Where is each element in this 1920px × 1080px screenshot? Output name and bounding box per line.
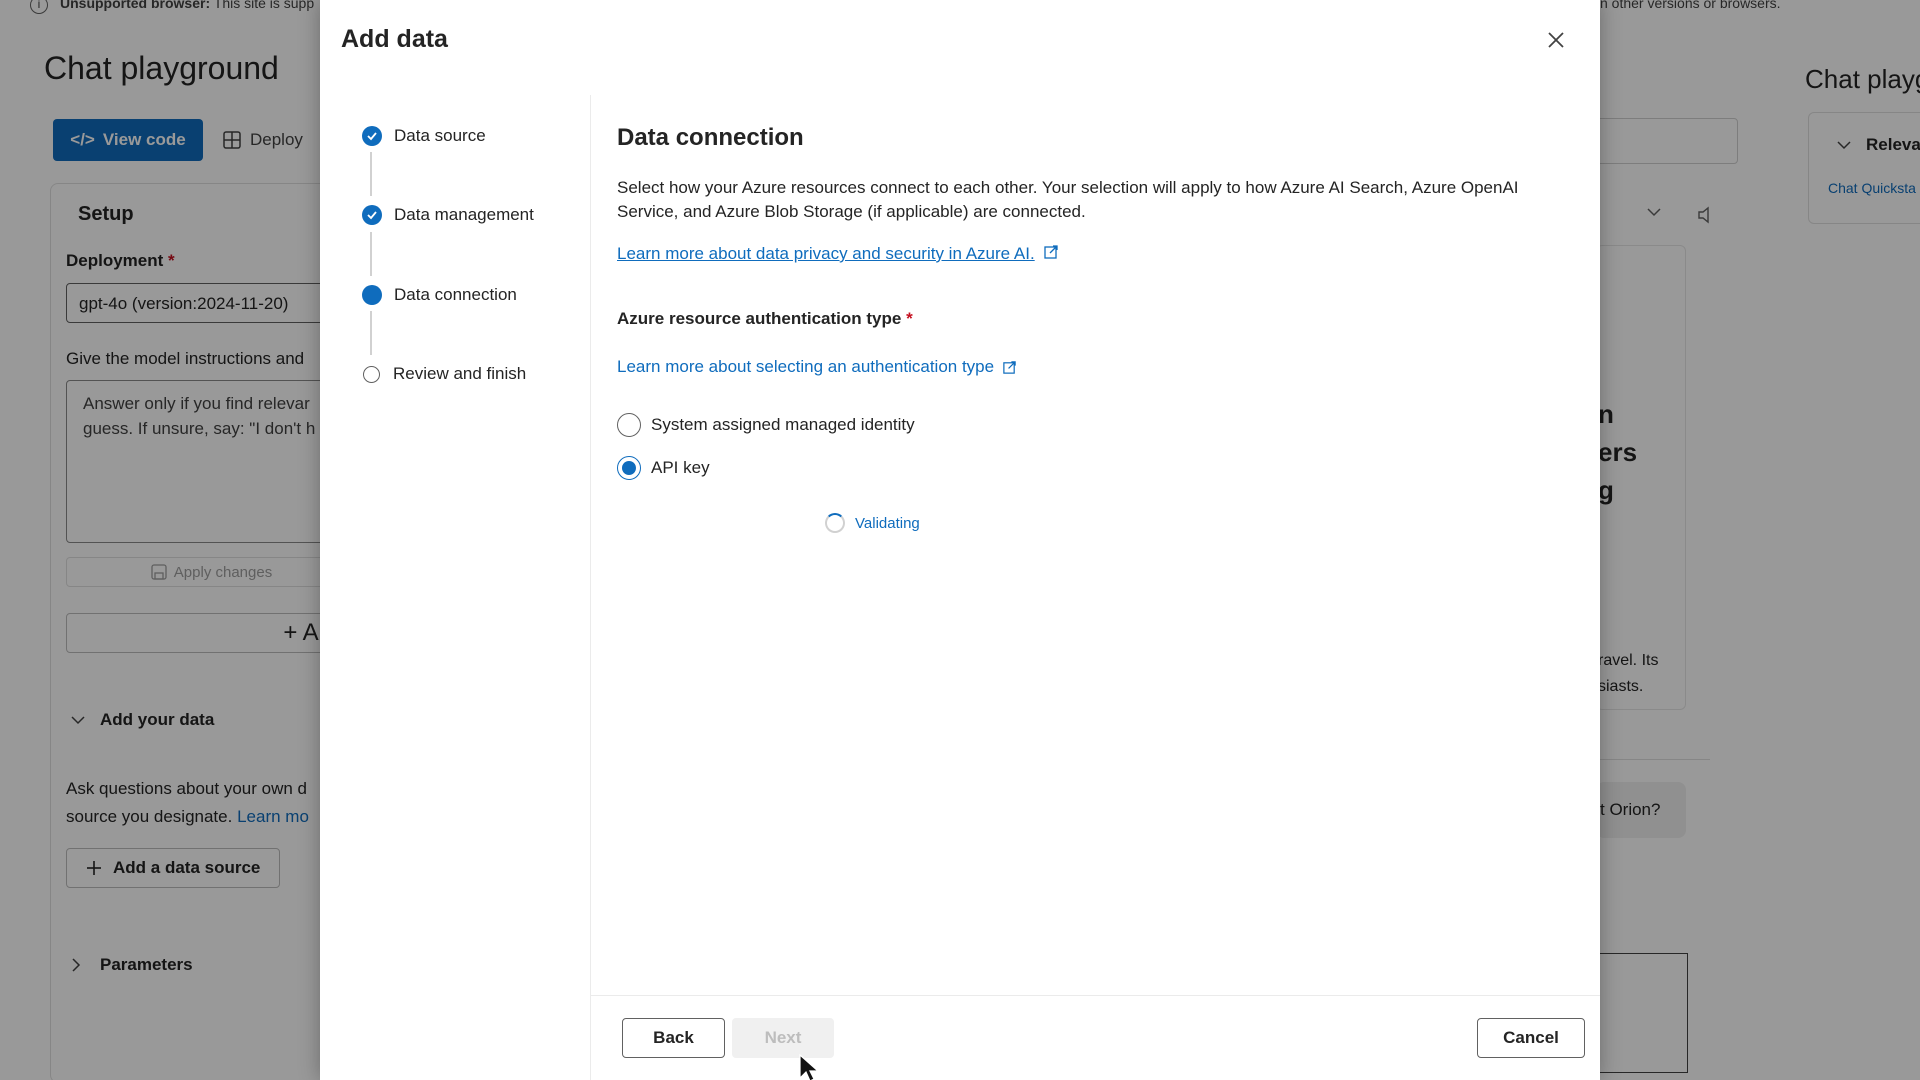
step-label: Data source: [394, 126, 486, 145]
radio-api-key[interactable]: API key: [617, 456, 710, 480]
footer-divider: [591, 995, 1600, 996]
external-link-icon: [1003, 361, 1016, 374]
step-connector: [370, 311, 372, 355]
step-data-connection[interactable]: Data connection: [362, 285, 517, 305]
auth-type-link[interactable]: Learn more about selecting an authentica…: [617, 357, 1017, 377]
validating-status: Validating: [825, 513, 920, 533]
vertical-divider: [590, 95, 591, 1080]
dialog-title: Add data: [341, 25, 448, 53]
checkmark-icon: [362, 126, 382, 146]
current-step-icon: [362, 285, 382, 305]
external-link-icon: [1044, 245, 1058, 259]
required-asterisk: *: [906, 309, 913, 328]
step-label: Review and finish: [393, 364, 527, 383]
cancel-button[interactable]: Cancel: [1477, 1018, 1585, 1058]
checkmark-icon: [362, 205, 382, 225]
close-button[interactable]: [1542, 26, 1570, 54]
radio-label: API key: [651, 458, 710, 477]
step-connector: [370, 232, 372, 276]
auth-type-label: Azure resource authentication type *: [617, 309, 913, 328]
radio-button[interactable]: [617, 413, 641, 437]
spinner-icon: [825, 513, 845, 533]
section-description: Select how your Azure resources connect …: [617, 178, 1519, 221]
privacy-link[interactable]: Learn more about data privacy and securi…: [617, 244, 1059, 264]
radio-button[interactable]: [617, 456, 641, 480]
step-label: Data connection: [394, 285, 517, 304]
step-data-management[interactable]: Data management: [362, 205, 534, 225]
radio-label: System assigned managed identity: [651, 415, 915, 434]
close-icon: [1548, 32, 1564, 48]
step-review-and-finish[interactable]: Review and finish: [362, 364, 526, 384]
step-data-source[interactable]: Data source: [362, 126, 486, 146]
step-label: Data management: [394, 205, 534, 224]
step-connector: [370, 152, 372, 196]
mouse-cursor-icon: [799, 1054, 820, 1080]
next-button[interactable]: Next: [732, 1018, 834, 1058]
radio-system-assigned-identity[interactable]: System assigned managed identity: [617, 413, 915, 437]
back-button[interactable]: Back: [622, 1018, 725, 1058]
pending-step-icon: [363, 365, 380, 383]
section-title: Data connection: [617, 124, 804, 151]
validating-label: Validating: [855, 514, 920, 532]
add-data-dialog: Add data Data source Data management Dat…: [320, 0, 1600, 1080]
